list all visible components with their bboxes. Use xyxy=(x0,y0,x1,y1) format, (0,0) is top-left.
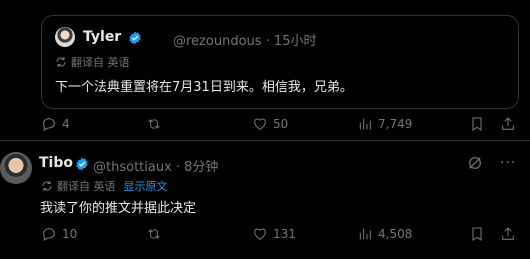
translate-icon xyxy=(42,181,52,191)
translate-label: 翻译自 英语 xyxy=(71,56,130,69)
grok-icon[interactable] xyxy=(467,155,483,171)
reply-icon xyxy=(43,118,55,131)
avatar[interactable] xyxy=(0,152,32,184)
reply-count: 10 xyxy=(62,227,78,241)
handle-and-time: @rezoundous · 15小时 xyxy=(173,34,317,49)
like-button[interactable]: 50 xyxy=(252,116,288,132)
repost-icon xyxy=(148,229,160,239)
quoted-action-bar: 4 50 7,749 xyxy=(0,116,530,136)
show-original-link[interactable]: 显示原文 xyxy=(124,178,168,194)
reply-icon xyxy=(43,228,55,241)
bookmark-button[interactable] xyxy=(469,226,485,242)
share-icon xyxy=(502,117,514,130)
share-button[interactable] xyxy=(500,226,516,242)
share-button[interactable] xyxy=(500,116,516,132)
post-text: 下一个法典重置将在7月31日到来。相信我，兄弟。 xyxy=(55,80,353,95)
bookmark-icon xyxy=(472,227,482,241)
reply-button[interactable]: 4 xyxy=(41,116,70,132)
like-button[interactable]: 131 xyxy=(252,226,296,242)
views-count: 4,508 xyxy=(378,227,413,241)
bookmark-icon xyxy=(472,117,482,131)
heart-icon xyxy=(254,228,266,240)
translation-note: 翻译自 英语 xyxy=(55,54,130,70)
views-chart-icon xyxy=(359,118,371,130)
reply-button[interactable]: 10 xyxy=(41,226,77,242)
more-icon[interactable]: ··· xyxy=(500,155,516,171)
reply-count: 4 xyxy=(62,117,70,131)
quoted-post-card[interactable]: Tyler @rezoundous · 15小时 翻译自 英语 下一个法典重置将… xyxy=(41,15,519,109)
avatar[interactable] xyxy=(55,27,75,47)
handle-and-time: @thsottiaux · 8分钟 xyxy=(93,160,219,175)
verified-badge-icon xyxy=(129,31,141,45)
repost-button[interactable] xyxy=(146,116,162,132)
share-icon xyxy=(502,227,514,240)
reply-action-bar: 10 131 4,508 xyxy=(0,226,530,246)
views-button[interactable]: 4,508 xyxy=(357,226,412,242)
bookmark-button[interactable] xyxy=(469,116,485,132)
translation-note: 翻译自 英语 显示原文 xyxy=(41,178,168,194)
views-chart-icon xyxy=(359,228,371,240)
like-count: 50 xyxy=(273,117,289,131)
views-count: 7,749 xyxy=(378,117,413,131)
author-name[interactable]: Tibo xyxy=(39,155,73,171)
translate-icon xyxy=(56,57,66,67)
translate-label: 翻译自 英语 xyxy=(57,180,116,193)
post-divider xyxy=(0,140,530,141)
heart-icon xyxy=(254,118,266,130)
like-count: 131 xyxy=(273,227,296,241)
verified-badge-icon xyxy=(76,157,88,171)
repost-icon xyxy=(148,119,160,129)
post-text: 我读了你的推文并据此决定 xyxy=(40,201,197,216)
repost-button[interactable] xyxy=(146,226,162,242)
author-name[interactable]: Tyler xyxy=(83,29,121,45)
views-button[interactable]: 7,749 xyxy=(357,116,412,132)
